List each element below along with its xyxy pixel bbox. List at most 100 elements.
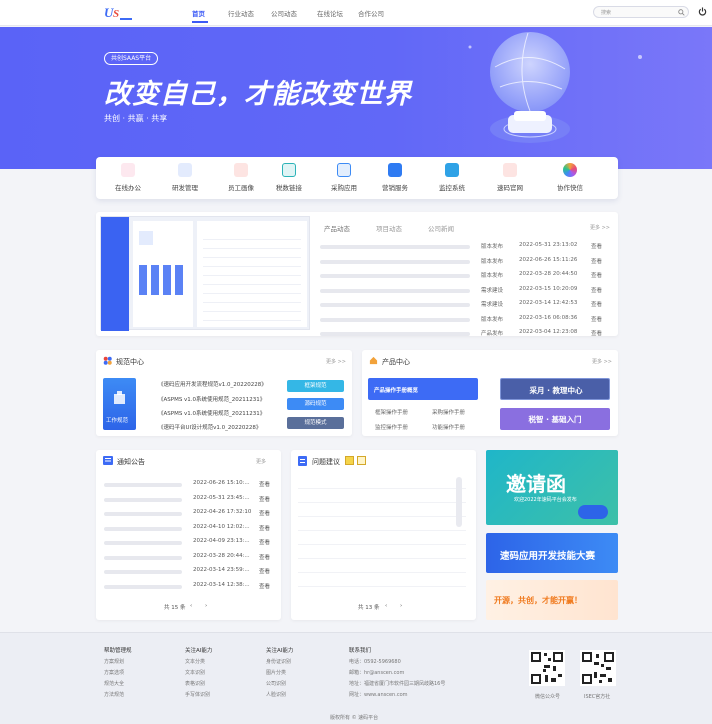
notice-view-link[interactable]: 查看 [259,538,270,546]
news-view-link[interactable]: 查看 [591,300,602,308]
product-manual-link[interactable]: 监控操作手册 [375,423,408,431]
spec-mode-button[interactable]: 规范模式 [287,417,344,429]
spec-item[interactable]: 《速码应用开发流程规范v1.0_20220228》 [158,380,267,388]
source-spec-button[interactable]: 源码规范 [287,398,344,410]
notice-view-link[interactable]: 查看 [259,567,270,575]
news-row[interactable]: 版本发布 2022-05-31 23:13:02 查看 [320,241,610,253]
footer-link[interactable]: 公司识别 [266,680,286,687]
work-spec-tile[interactable]: 工作规范 [103,378,136,430]
dev-contest-banner[interactable]: 速码应用开发技能大赛 [486,533,618,573]
app-rd-management[interactable]: 研发管理 [157,163,213,192]
issues-next-button[interactable]: › [400,603,402,609]
refresh-icon[interactable] [357,456,366,465]
app-website[interactable]: 速码官网 [482,163,538,192]
footer-link[interactable]: 表格识别 [185,680,205,687]
news-view-link[interactable]: 查看 [591,242,602,250]
news-view-link[interactable]: 查看 [591,257,602,265]
footer-column-heading: 联系我们 [349,648,372,654]
framework-spec-button[interactable]: 框架规范 [287,380,344,392]
issues-prev-button[interactable]: ‹ [385,603,387,609]
product-manual-link[interactable]: 采购操作手册 [432,408,465,416]
tab-company-news[interactable]: 公司新闻 [428,223,454,233]
news-row[interactable]: 产品发布 2022-03-04 12:23:08 查看 [320,328,610,340]
spec-item[interactable]: 《ASPMS v1.0系统使用规范_20211231》 [158,395,265,403]
news-view-link[interactable]: 查看 [591,329,602,337]
app-collab-messenger[interactable]: 协作快信 [542,163,598,192]
company-logo[interactable]: U S [104,4,134,22]
notice-row[interactable]: 2022-03-14 23:59:... 查看 [104,567,274,577]
news-view-link[interactable]: 查看 [591,315,602,323]
notice-next-button[interactable]: › [205,603,207,609]
tax-intro-banner[interactable]: 税智 · 基础入门 [500,408,610,430]
dashboard-preview-image[interactable] [100,216,310,331]
notice-row[interactable]: 2022-04-26 17:32:10 查看 [104,509,274,519]
spec-more-link[interactable]: 更多 >> [326,358,346,365]
news-row[interactable]: 需求建设 2022-03-14 12:42:53 查看 [320,299,610,311]
news-row[interactable]: 版本发布 2022-06-26 15:11:26 查看 [320,256,610,268]
news-row[interactable]: 版本发布 2022-03-28 20:44:50 查看 [320,270,610,282]
notice-view-link[interactable]: 查看 [259,553,270,561]
tab-project-news[interactable]: 项目动态 [376,223,402,233]
app-monitor[interactable]: 监控系统 [424,163,480,192]
power-icon[interactable] [698,6,707,17]
notice-title: 通知公告 [117,458,145,466]
search-input[interactable]: 搜索 [593,6,689,18]
product-manual-link[interactable]: 功能操作手册 [432,423,465,431]
notice-row[interactable]: 2022-06-26 15:10:... 查看 [104,480,274,490]
nav-partners[interactable]: 合作公司 [358,8,384,18]
footer-link[interactable]: 邮箱：hr@anscen.com [349,669,404,676]
footer-link[interactable]: 方案选项 [104,669,124,676]
news-view-link[interactable]: 查看 [591,286,602,294]
notice-view-link[interactable]: 查看 [259,495,270,503]
footer-link[interactable]: 规范大全 [104,680,124,687]
footer-link[interactable]: 图片分类 [266,669,286,676]
notice-row[interactable]: 2022-03-14 12:38:... 查看 [104,582,274,592]
news-title-blurred [320,259,470,264]
notice-pager-total: 共 15 条 [164,605,186,611]
purchase-training-banner[interactable]: 采月 · 教理中心 [500,378,610,400]
spec-item[interactable]: 《速码平台UI设计规范v1.0_20220228》 [158,423,261,431]
issues-scrollbar[interactable] [456,477,462,527]
notice-view-link[interactable]: 查看 [259,524,270,532]
app-marketing[interactable]: 营销服务 [367,163,423,192]
notice-row[interactable]: 2022-05-31 23:45:... 查看 [104,495,274,505]
notice-row[interactable]: 2022-03-28 20:44:... 查看 [104,553,274,563]
notice-prev-button[interactable]: ‹ [190,603,192,609]
app-purchase[interactable]: 采购应用 [316,163,372,192]
nav-home[interactable]: 首页 [192,8,205,18]
app-tax-link[interactable]: 税数链接 [261,163,317,192]
notice-view-link[interactable]: 查看 [259,582,270,590]
product-guide-banner[interactable]: 产品操作手册概览 [368,378,478,400]
footer-link[interactable]: 网址：www.anscen.com [349,691,408,698]
notice-row[interactable]: 2022-04-10 12:02:... 查看 [104,524,274,534]
footer-link[interactable]: 方法规范 [104,691,124,698]
notice-row[interactable]: 2022-04-09 23:13:... 查看 [104,538,274,548]
news-row[interactable]: 需求建设 2022-03-15 10:20:09 查看 [320,285,610,297]
tab-product-news[interactable]: 产品动态 [324,223,350,233]
footer-link[interactable]: 人脸识别 [266,691,286,698]
search-icon[interactable] [678,9,685,16]
footer-link[interactable]: 地址：福建省厦门市软件园三期凤歧路16号 [349,680,445,687]
notice-view-link[interactable]: 查看 [259,480,270,488]
news-view-link[interactable]: 查看 [591,271,602,279]
nav-forum[interactable]: 在线论坛 [317,8,343,18]
edit-icon[interactable] [345,456,354,465]
product-more-link[interactable]: 更多 >> [592,358,612,365]
invitation-banner[interactable]: 邀请函 欢迎2022年速码平台会发布 [486,450,618,525]
app-online-office[interactable]: 在线办公 [100,163,156,192]
news-row[interactable]: 版本发布 2022-03-16 06:08:36 查看 [320,314,610,326]
notice-view-link[interactable]: 查看 [259,509,270,517]
footer-link[interactable]: 手写体识别 [185,691,210,698]
footer-link[interactable]: 电话：0592-5969680 [349,658,401,665]
spec-item[interactable]: 《ASPMS v1.0系统使用规范_20211231》 [158,409,265,417]
nav-industry-news[interactable]: 行业动态 [228,8,254,18]
open-source-banner[interactable]: 开源，共创，才能开赢！ [486,580,618,620]
notice-more-link[interactable]: 更多 [256,458,266,465]
footer-link[interactable]: 文本分类 [185,658,205,665]
footer-link[interactable]: 身份证识别 [266,658,291,665]
footer-link[interactable]: 文本识别 [185,669,205,676]
product-manual-link[interactable]: 框架操作手册 [375,408,408,416]
news-more-link[interactable]: 更多 >> [590,224,610,231]
nav-company-news[interactable]: 公司动态 [271,8,297,18]
footer-link[interactable]: 方案规划 [104,658,124,665]
